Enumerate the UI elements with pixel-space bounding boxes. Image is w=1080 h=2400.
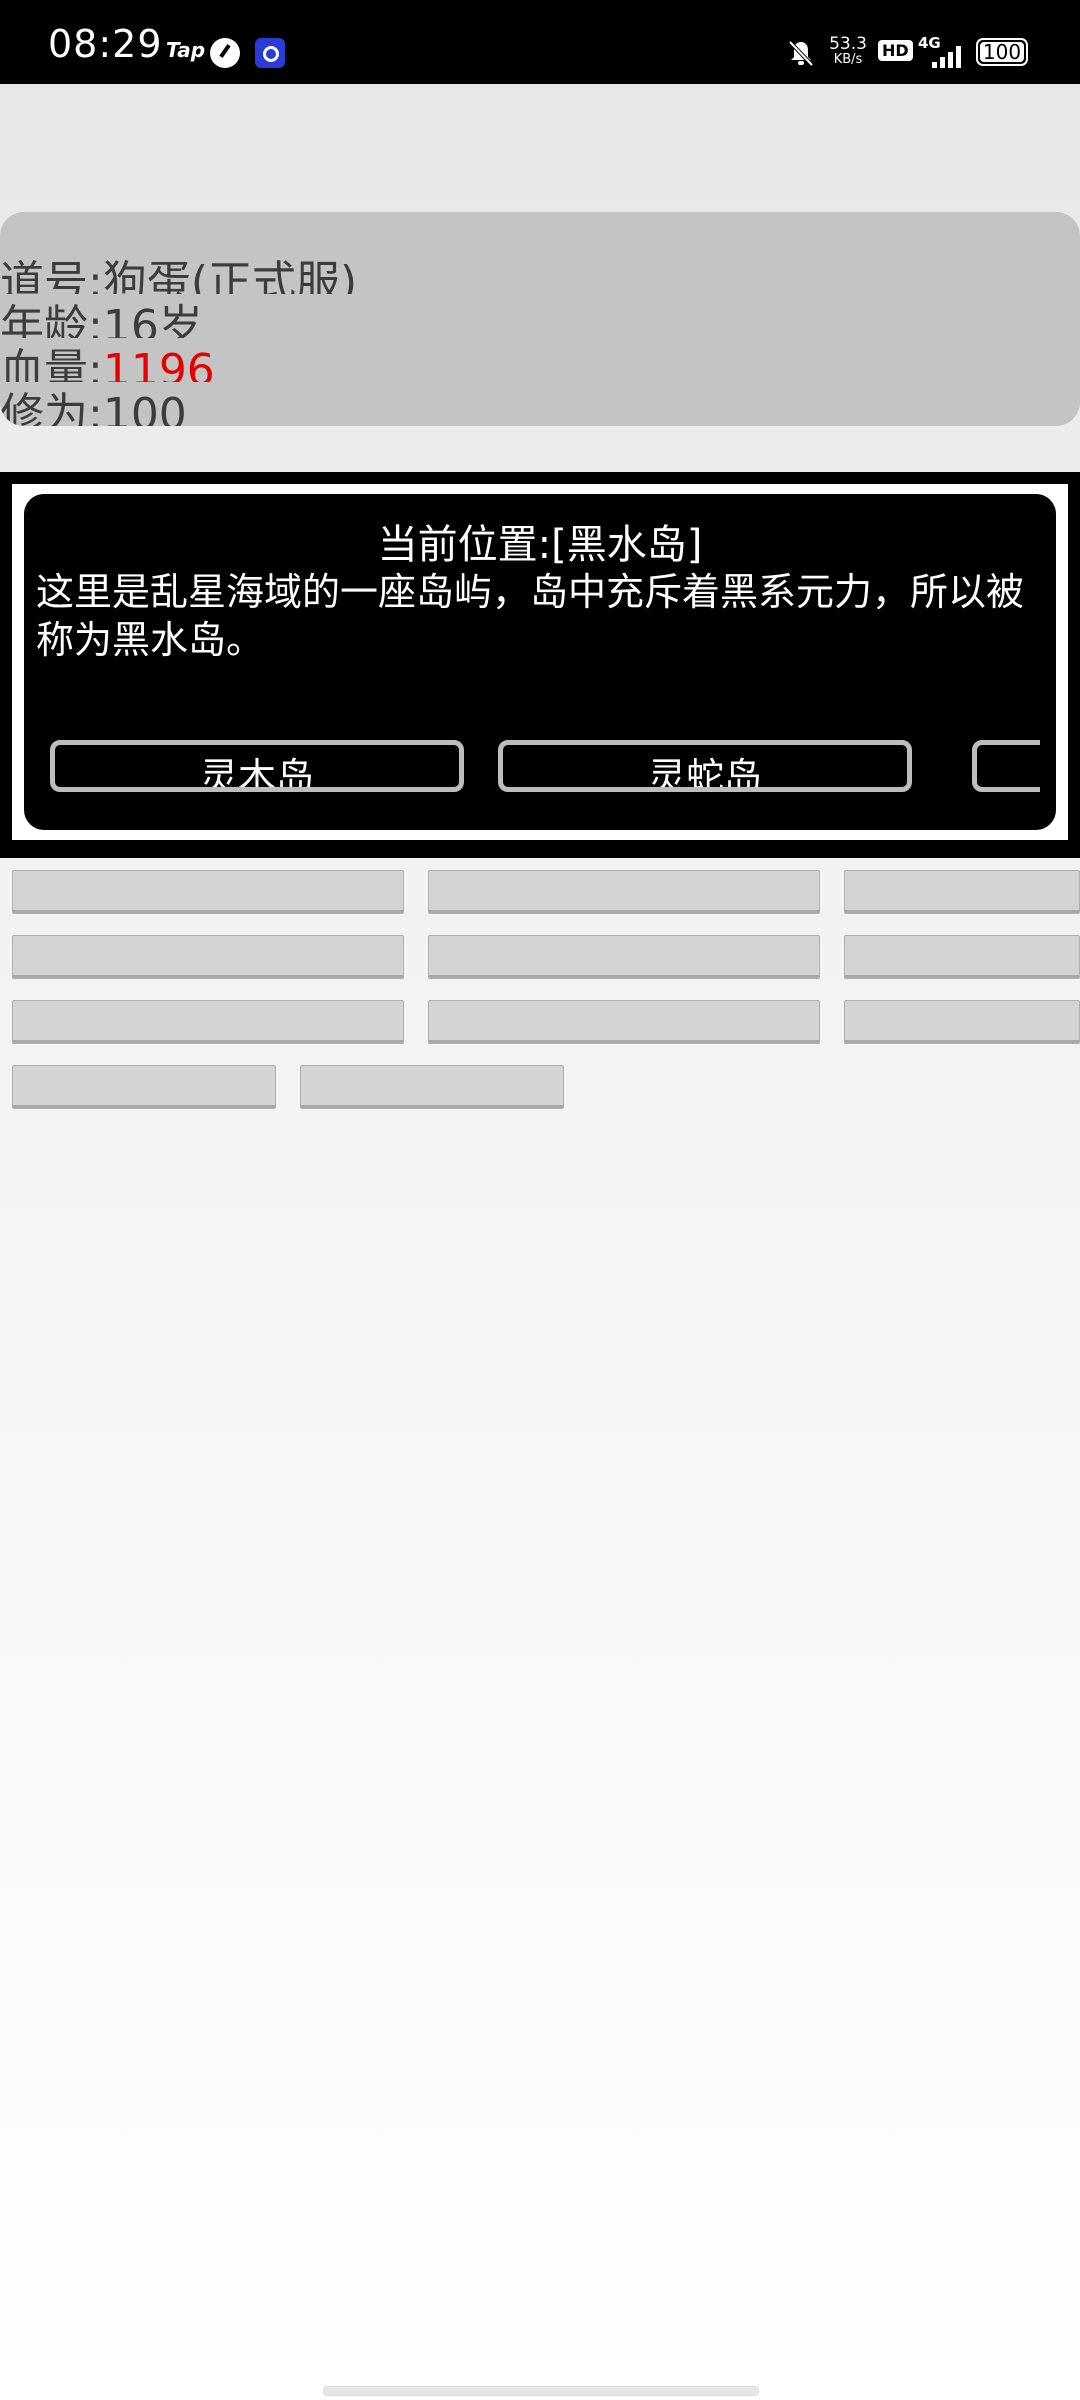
gauge-icon — [210, 38, 240, 68]
action-button[interactable] — [844, 935, 1080, 979]
battery-icon: 100 — [976, 38, 1028, 66]
location-title: 当前位置:[黑水岛] — [377, 522, 703, 568]
hp-label: 血量: — [0, 345, 103, 382]
hd-badge: HD — [878, 40, 913, 61]
player-age: 年龄:16岁 — [0, 301, 203, 338]
app-icon — [255, 38, 285, 68]
net-speed-value: 53.3 — [829, 34, 867, 54]
action-button[interactable] — [844, 1000, 1080, 1044]
action-button[interactable] — [12, 1000, 404, 1044]
destination-button-lingmu[interactable]: 灵木岛 — [50, 740, 464, 792]
hp-value: 1196 — [102, 345, 215, 382]
bell-mute-icon — [788, 40, 814, 67]
destination-button-lingshe[interactable]: 灵蛇岛 — [498, 740, 912, 792]
action-button[interactable] — [12, 870, 404, 914]
action-button[interactable] — [12, 935, 404, 979]
location-area: 当前位置:[黑水岛] 这里是乱星海域的一座岛屿，岛中充斥着黑系元力，所以被称为黑… — [0, 472, 1080, 858]
home-indicator[interactable] — [323, 2386, 759, 2396]
status-time: 08:29 — [48, 22, 163, 66]
action-button[interactable] — [428, 870, 820, 914]
player-title: 道号:狗蛋(正式服) — [0, 257, 358, 294]
location-card: 当前位置:[黑水岛] 这里是乱星海域的一座岛屿，岛中充斥着黑系元力，所以被称为黑… — [24, 494, 1056, 830]
destination-button-3[interactable] — [972, 740, 1040, 792]
player-hp: 血量:1196 — [0, 344, 215, 382]
action-button[interactable] — [12, 1065, 276, 1109]
action-button[interactable] — [428, 935, 820, 979]
player-info-panel: 道号:狗蛋(正式服) 年龄:16岁 血量:1196 修为:100 — [0, 212, 1080, 426]
net-speed: 53.3 KB/s — [826, 36, 870, 68]
signal-bars — [932, 44, 961, 68]
signal-icon: 4G — [918, 34, 970, 70]
tap-logo: Tap — [166, 38, 206, 62]
status-bar: 08:29 Tap 53.3 KB/s HD 4G 100 — [0, 0, 1080, 84]
action-button[interactable] — [428, 1000, 820, 1044]
action-button[interactable] — [300, 1065, 564, 1109]
player-cultivation: 修为:100 — [0, 389, 187, 426]
destination-row: 灵木岛 灵蛇岛 — [50, 740, 1040, 800]
action-button[interactable] — [844, 870, 1080, 914]
net-speed-unit: KB/s — [833, 52, 863, 67]
location-frame: 当前位置:[黑水岛] 这里是乱星海域的一座岛屿，岛中充斥着黑系元力，所以被称为黑… — [12, 484, 1068, 840]
battery-level: 100 — [982, 40, 1022, 64]
location-description: 这里是乱星海域的一座岛屿，岛中充斥着黑系元力，所以被称为黑水岛。 — [36, 570, 1025, 662]
